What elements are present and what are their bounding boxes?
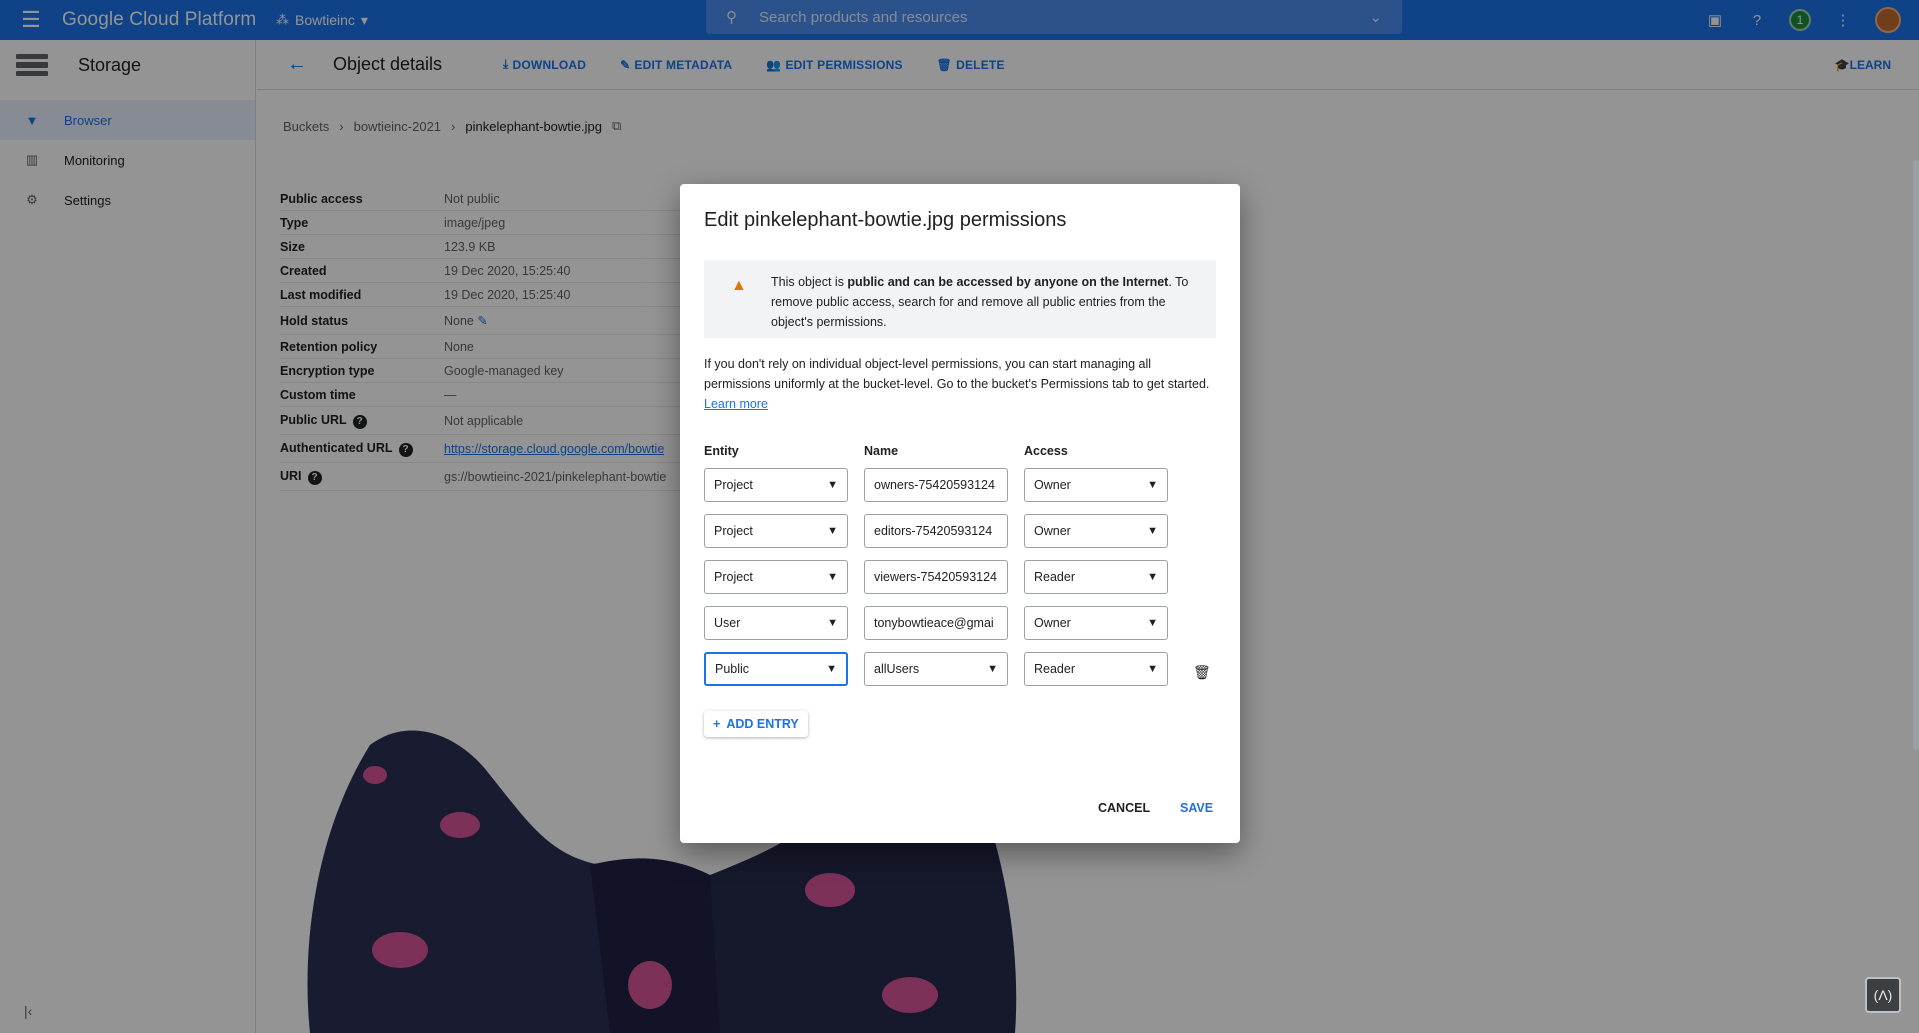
entity-value: Public xyxy=(715,662,750,676)
access-value: Owner xyxy=(1034,478,1071,492)
dropdown-arrow-icon: ▼ xyxy=(826,663,837,675)
plus-icon: + xyxy=(713,717,721,731)
delete-entry-icon[interactable]: 🗑 xyxy=(1193,664,1211,681)
entity-column-header: Entity xyxy=(704,444,739,458)
dropdown-arrow-icon: ▼ xyxy=(827,617,838,629)
name-select[interactable]: allUsers ▼ xyxy=(864,652,1008,686)
access-value: Owner xyxy=(1034,524,1071,538)
save-button[interactable]: SAVE xyxy=(1180,801,1213,815)
dropdown-arrow-icon: ▼ xyxy=(987,663,998,675)
learn-more-link[interactable]: Learn more xyxy=(704,397,768,411)
page-scrollbar[interactable] xyxy=(1913,160,1919,750)
access-value: Reader xyxy=(1034,570,1075,584)
access-column-header: Access xyxy=(1024,444,1068,458)
warning-text-pre: This object is xyxy=(771,275,848,289)
entity-value: User xyxy=(714,616,741,630)
cancel-button[interactable]: CANCEL xyxy=(1098,801,1150,815)
name-field[interactable]: editors-75420593124 xyxy=(864,514,1008,548)
dropdown-arrow-icon: ▼ xyxy=(1147,525,1158,537)
access-select[interactable]: Owner ▼ xyxy=(1024,606,1168,640)
add-entry-button[interactable]: + ADD ENTRY xyxy=(704,711,808,737)
entity-select[interactable]: Project ▼ xyxy=(704,560,848,594)
add-entry-label: ADD ENTRY xyxy=(726,717,799,731)
entity-select[interactable]: User ▼ xyxy=(704,606,848,640)
access-value: Reader xyxy=(1034,662,1075,676)
dropdown-arrow-icon: ▼ xyxy=(827,525,838,537)
name-field[interactable]: tonybowtieace@gmai xyxy=(864,606,1008,640)
subscribe-logo-icon[interactable]: (Λ) xyxy=(1865,977,1901,1013)
name-value: allUsers xyxy=(874,662,920,676)
public-warning-banner: ▲ This object is public and can be acces… xyxy=(704,260,1216,338)
dropdown-arrow-icon: ▼ xyxy=(1147,617,1158,629)
dialog-title: Edit pinkelephant-bowtie.jpg permissions xyxy=(704,209,1067,231)
name-field[interactable]: viewers-75420593124 xyxy=(864,560,1008,594)
access-select[interactable]: Owner ▼ xyxy=(1024,514,1168,548)
dropdown-arrow-icon: ▼ xyxy=(827,571,838,583)
entity-value: Project xyxy=(714,478,753,492)
info-text: If you don't rely on individual object-l… xyxy=(704,357,1210,391)
access-select[interactable]: Owner ▼ xyxy=(1024,468,1168,502)
dropdown-arrow-icon: ▼ xyxy=(827,479,838,491)
entity-select[interactable]: Public ▼ xyxy=(704,652,848,686)
entity-select[interactable]: Project ▼ xyxy=(704,514,848,548)
dropdown-arrow-icon: ▼ xyxy=(1147,479,1158,491)
edit-permissions-dialog: Edit pinkelephant-bowtie.jpg permissions… xyxy=(680,184,1240,843)
entity-select[interactable]: Project ▼ xyxy=(704,468,848,502)
access-value: Owner xyxy=(1034,616,1071,630)
entity-value: Project xyxy=(714,570,753,584)
access-select[interactable]: Reader ▼ xyxy=(1024,652,1168,686)
name-field[interactable]: owners-75420593124 xyxy=(864,468,1008,502)
name-column-header: Name xyxy=(864,444,899,458)
warning-icon: ▲ xyxy=(731,277,747,294)
dropdown-arrow-icon: ▼ xyxy=(1147,571,1158,583)
dropdown-arrow-icon: ▼ xyxy=(1147,663,1158,675)
access-select[interactable]: Reader ▼ xyxy=(1024,560,1168,594)
entity-value: Project xyxy=(714,524,753,538)
bucket-level-info: If you don't rely on individual object-l… xyxy=(704,354,1216,414)
warning-text-bold: public and can be accessed by anyone on … xyxy=(847,275,1169,289)
